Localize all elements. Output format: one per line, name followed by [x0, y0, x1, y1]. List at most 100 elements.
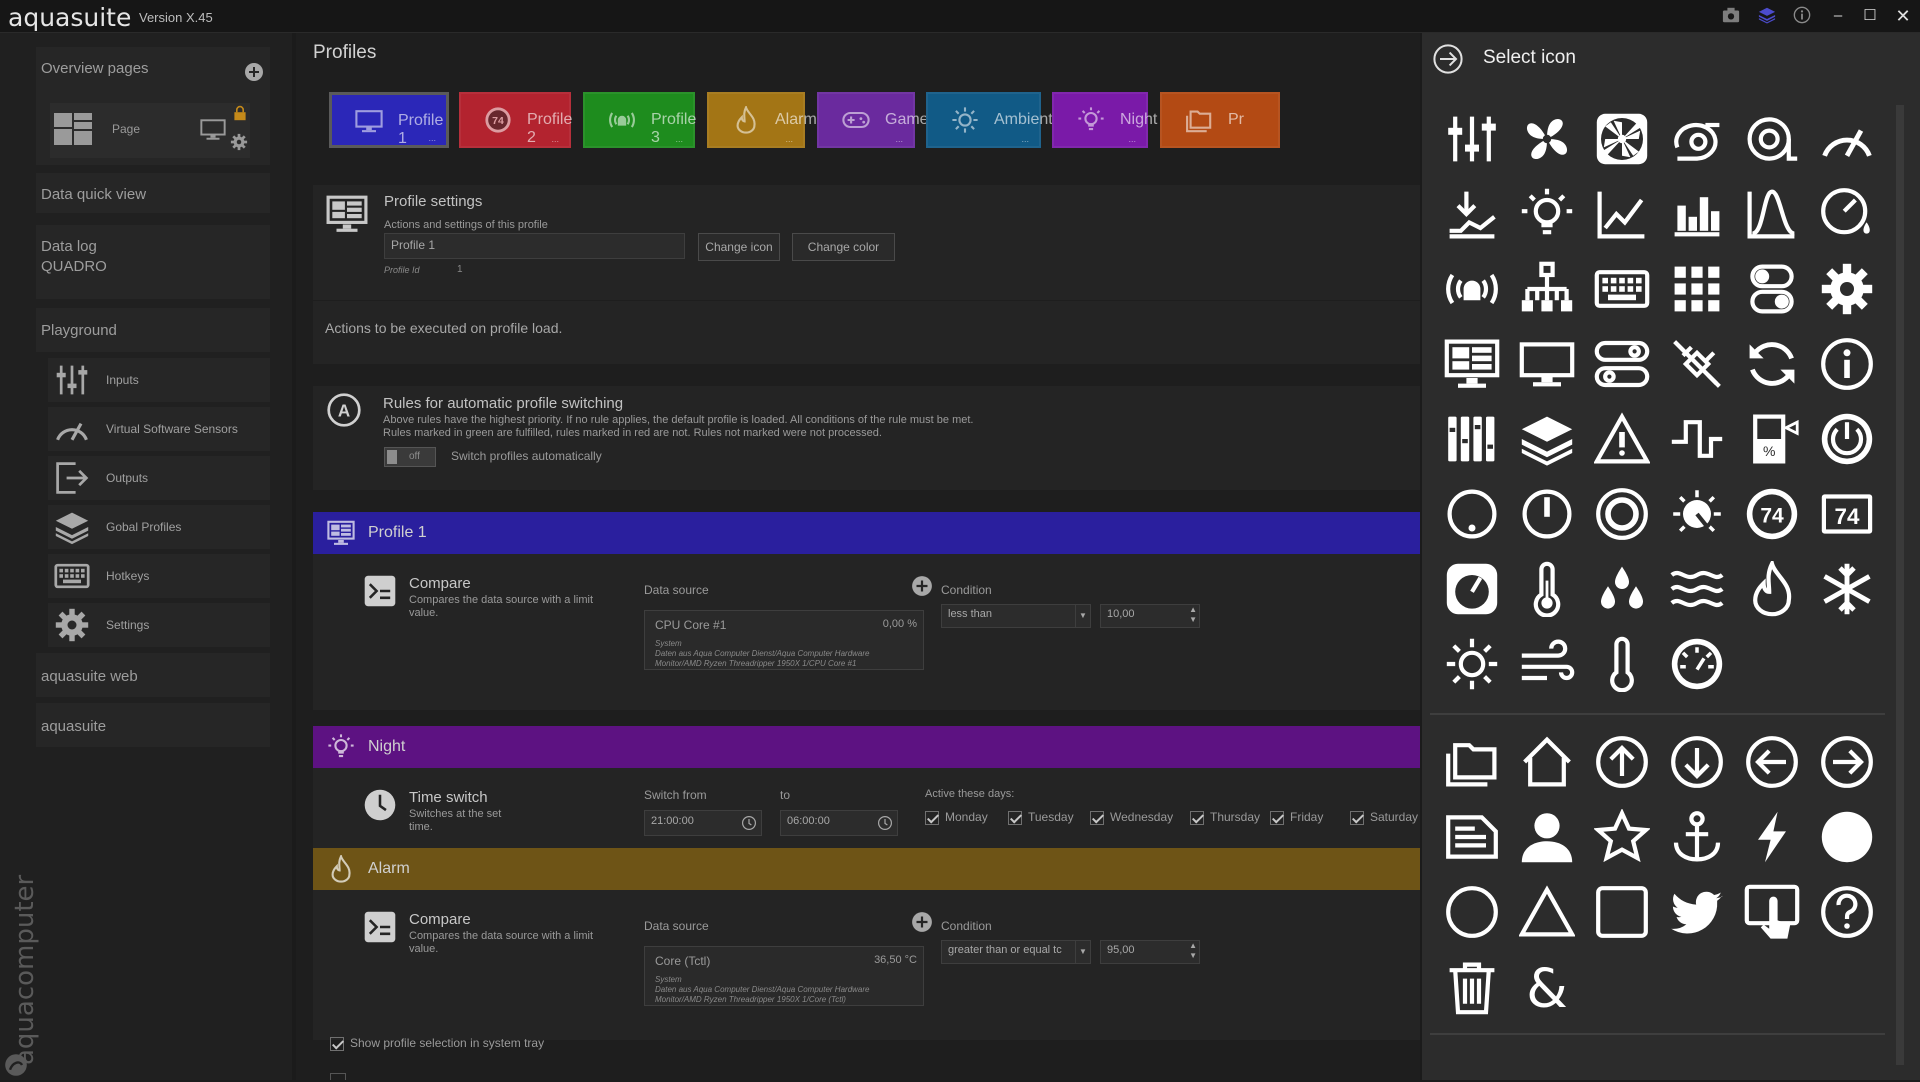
data-quick-view-item[interactable]: Data quick view — [36, 173, 270, 213]
gauge-face-icon[interactable] — [1667, 634, 1727, 694]
speedometer-icon[interactable] — [1442, 559, 1502, 619]
tab-ambient[interactable]: Ambient... — [926, 92, 1053, 148]
gauge-drop-icon[interactable] — [1817, 184, 1877, 244]
aquasuite-item[interactable]: aquasuite — [36, 703, 270, 747]
day-checkbox-tuesday[interactable]: Tuesday — [1008, 810, 1074, 825]
star-icon[interactable] — [1592, 807, 1652, 867]
rule-header-alarm[interactable]: Alarm — [313, 848, 1420, 890]
checkbox-checked-icon[interactable] — [1350, 810, 1364, 825]
user-icon[interactable] — [1517, 807, 1577, 867]
home-icon[interactable] — [1517, 732, 1577, 792]
day-checkbox-monday[interactable]: Monday — [925, 810, 988, 825]
document-icon[interactable] — [1442, 807, 1502, 867]
checkbox-checked-icon[interactable] — [1008, 810, 1022, 825]
close-icon[interactable]: ✕ — [1892, 6, 1914, 26]
checkbox-checked-icon[interactable] — [1270, 810, 1284, 825]
square-icon[interactable] — [1592, 882, 1652, 942]
touch-icon[interactable] — [1742, 882, 1802, 942]
nav-item-global-profiles[interactable]: Gobal Profiles — [48, 505, 270, 549]
spinner-arrows-icon[interactable]: ▲ ▼ — [1189, 605, 1197, 625]
snowflake-icon[interactable] — [1817, 559, 1877, 619]
arrow-up-icon[interactable] — [1592, 732, 1652, 792]
tab-menu-dots[interactable]: ... — [428, 133, 436, 143]
tab-menu-dots[interactable]: ... — [675, 134, 683, 144]
checkbox-checked-icon[interactable] — [1090, 810, 1104, 825]
day-checkbox-friday[interactable]: Friday — [1270, 810, 1323, 825]
grid-icon[interactable] — [1667, 259, 1727, 319]
refresh-icon[interactable] — [1742, 334, 1802, 394]
circle-icon[interactable] — [1442, 882, 1502, 942]
ampersand-icon[interactable] — [1517, 957, 1577, 1017]
lock-icon[interactable] — [232, 105, 248, 121]
dial-mid-icon[interactable] — [1517, 484, 1577, 544]
monitor-dashboard-icon[interactable] — [1442, 334, 1502, 394]
add-source-icon[interactable] — [911, 911, 933, 933]
quadro-item[interactable]: QUADRO — [36, 255, 270, 299]
nav-item-virtual-software-sensors[interactable]: Virtual Software Sensors — [48, 407, 270, 451]
folder-icon[interactable] — [1442, 732, 1502, 792]
sliders-icon[interactable] — [1442, 109, 1502, 169]
icon-panel-scrollbar[interactable] — [1893, 105, 1907, 1070]
auto-switch-toggle[interactable]: off — [384, 447, 436, 467]
limit-value-spinner[interactable]: 10,00 ▲ ▼ — [1100, 604, 1200, 628]
tray-option[interactable]: Show profile selection in system tray — [330, 1036, 544, 1051]
maximize-icon[interactable]: ☐ — [1859, 6, 1881, 26]
condition-select[interactable]: greater than or equal tc ▼ — [941, 940, 1091, 964]
bar-chart-icon[interactable] — [1667, 184, 1727, 244]
tab-menu-dots[interactable]: ... — [1128, 134, 1136, 144]
rule-header-night[interactable]: Night — [313, 726, 1420, 768]
info-icon[interactable] — [1791, 6, 1813, 26]
clock-icon[interactable] — [877, 815, 893, 831]
tab-pr[interactable]: Pr — [1160, 92, 1280, 148]
page-settings-icon[interactable] — [230, 133, 248, 151]
partial-checkbox[interactable] — [330, 1073, 346, 1080]
back-arrow-icon[interactable] — [1432, 43, 1464, 75]
monitor-icon[interactable] — [1517, 334, 1577, 394]
gauge74-icon[interactable] — [1742, 484, 1802, 544]
day-checkbox-wednesday[interactable]: Wednesday — [1090, 810, 1173, 825]
tab-game[interactable]: Game... — [817, 92, 929, 148]
switch-from-input[interactable]: 21:00:00 — [644, 810, 762, 836]
nav-item-settings[interactable]: Settings — [48, 603, 270, 647]
dial-ring-icon[interactable] — [1592, 484, 1652, 544]
thermometer-icon[interactable] — [1517, 559, 1577, 619]
clock-icon[interactable] — [741, 815, 757, 831]
limit-value-spinner[interactable]: 95,00 ▲ ▼ — [1100, 940, 1200, 964]
tab-menu-dots[interactable]: ... — [785, 134, 793, 144]
tab-profile-3[interactable]: Profile 3... — [583, 92, 696, 148]
anchor-icon[interactable] — [1667, 807, 1727, 867]
line-chart-icon[interactable] — [1592, 184, 1652, 244]
tab-menu-dots[interactable]: ... — [551, 134, 559, 144]
condition-select[interactable]: less than ▼ — [941, 604, 1091, 628]
tab-alarm[interactable]: Alarm... — [707, 92, 817, 148]
warning-icon[interactable] — [1592, 409, 1652, 469]
tab-menu-dots[interactable]: ... — [1021, 134, 1029, 144]
bulb-icon[interactable] — [1517, 184, 1577, 244]
fan-icon[interactable] — [1517, 109, 1577, 169]
question-icon[interactable] — [1817, 882, 1877, 942]
flame-icon[interactable] — [1742, 559, 1802, 619]
display74-icon[interactable] — [1817, 484, 1877, 544]
aquasuite-web-item[interactable]: aquasuite web — [36, 653, 270, 697]
tab-menu-dots[interactable]: ... — [895, 134, 903, 144]
tab-night[interactable]: Night... — [1052, 92, 1157, 148]
drops-icon[interactable] — [1592, 559, 1652, 619]
network-icon[interactable] — [1517, 259, 1577, 319]
add-page-icon[interactable] — [244, 62, 264, 82]
pump2-icon[interactable] — [1742, 109, 1802, 169]
arrow-down-icon[interactable] — [1667, 732, 1727, 792]
playground-section[interactable]: Playground — [36, 308, 270, 352]
layers-icon[interactable] — [1517, 409, 1577, 469]
checkbox-checked-icon[interactable] — [330, 1036, 344, 1051]
gear-icon[interactable] — [1817, 259, 1877, 319]
bolt-icon[interactable] — [1742, 807, 1802, 867]
power-icon[interactable] — [1817, 409, 1877, 469]
day-checkbox-thursday[interactable]: Thursday — [1190, 810, 1260, 825]
curve-icon[interactable] — [1742, 184, 1802, 244]
alarm-icon[interactable] — [1442, 259, 1502, 319]
switch-to-input[interactable]: 06:00:00 — [780, 810, 898, 836]
change-color-button[interactable]: Change color — [792, 233, 895, 261]
switches-icon[interactable] — [1592, 334, 1652, 394]
wind-icon[interactable] — [1517, 634, 1577, 694]
thermometer-simple-icon[interactable] — [1592, 634, 1652, 694]
